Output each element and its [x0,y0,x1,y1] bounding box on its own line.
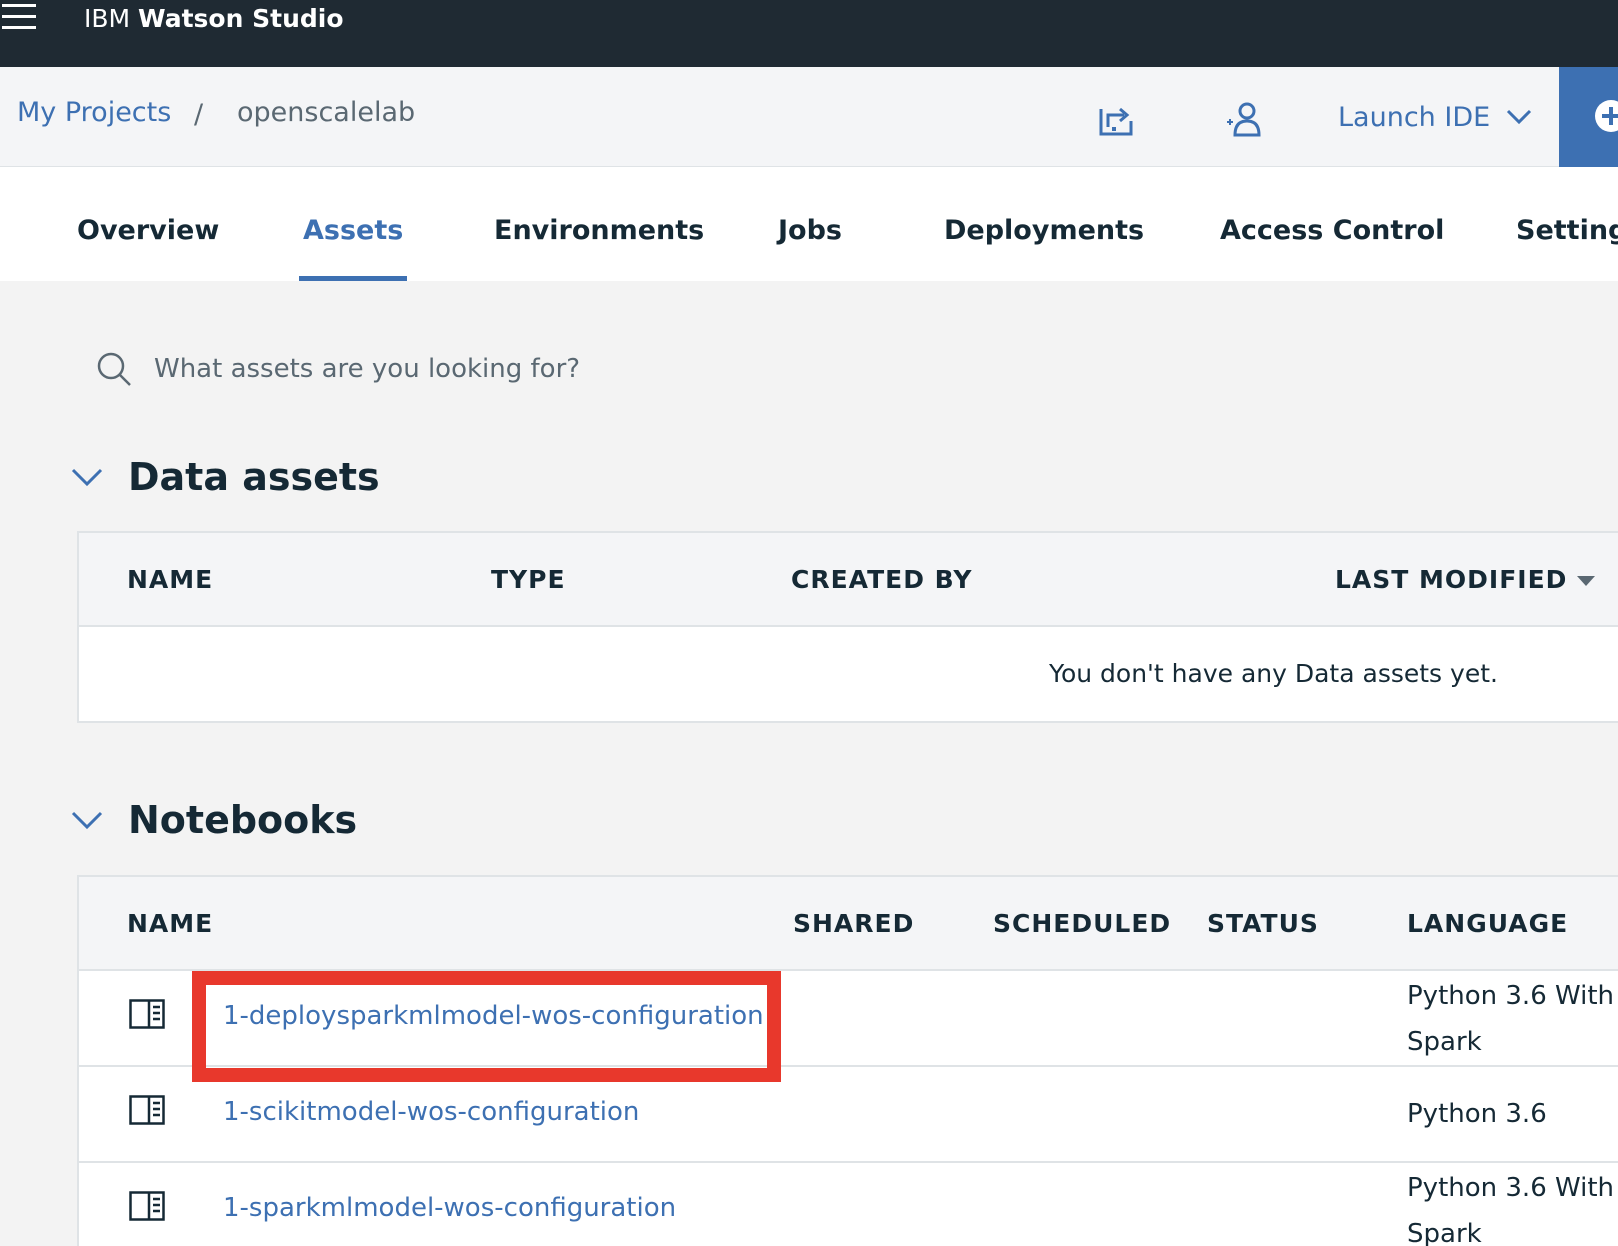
brand-name: Watson Studio [138,4,344,33]
app-brand[interactable]: IBM Watson Studio [84,2,344,36]
add-collaborator-icon[interactable] [1225,101,1261,137]
table-header: NAME SHARED SCHEDULED STATUS LANGUAGE [79,877,1618,971]
breadcrumb-project-name: openscalelab [237,97,416,128]
column-header-shared[interactable]: SHARED [793,909,914,938]
top-bar: IBM Watson Studio [0,0,1618,67]
column-header-last-modified[interactable]: LAST MODIFIED [1335,565,1596,594]
brand-prefix: IBM [84,4,131,33]
tab-overview[interactable]: Overview [77,167,219,281]
column-header-type[interactable]: TYPE [491,565,566,594]
table-row: 1-deploysparkmlmodel-wos-configuration P… [79,971,1618,1067]
chevron-down-icon [1507,109,1532,125]
plus-circle-icon [1595,100,1618,132]
notebook-icon [129,999,165,1029]
notebook-icon [129,1191,165,1221]
project-header: My Projects / openscalelab Launch IDE [0,67,1618,167]
notebooks-header: Notebooks [70,798,357,842]
column-header-language[interactable]: LANGUAGE [1407,909,1568,938]
search-icon [97,352,131,386]
asset-search [96,345,796,393]
column-header-name[interactable]: NAME [127,565,213,594]
notebooks-title: Notebooks [128,798,358,842]
notebook-language: Python 3.6 With Spark [1407,981,1615,1057]
notebook-link[interactable]: 1-scikitmodel-wos-configuration [223,1097,639,1127]
notebook-link[interactable]: 1-sparkmlmodel-wos-configuration [223,1193,676,1223]
collapse-chevron-icon[interactable] [70,803,104,837]
launch-ide-button[interactable]: Launch IDE [1338,97,1532,137]
tab-deployments[interactable]: Deployments [944,167,1144,281]
column-header-name[interactable]: NAME [127,909,213,938]
breadcrumb-my-projects[interactable]: My Projects [17,97,171,128]
table-row: 1-scikitmodel-wos-configuration Python 3… [79,1067,1618,1163]
empty-state-row: You don't have any Data assets yet. [79,627,1618,721]
tab-access-control[interactable]: Access Control [1220,167,1444,281]
breadcrumb-separator: / [194,99,204,130]
data-assets-table: NAME TYPE CREATED BY LAST MODIFIED You d… [77,531,1618,723]
launch-ide-label: Launch IDE [1338,101,1491,133]
collapse-chevron-icon[interactable] [70,460,104,494]
notebook-language: Python 3.6 [1407,1099,1547,1129]
share-project-icon[interactable] [1098,101,1134,137]
tab-settings[interactable]: Settings [1516,167,1618,281]
sort-descending-icon [1577,576,1596,586]
column-header-status[interactable]: STATUS [1207,909,1319,938]
add-to-project-button[interactable] [1559,67,1618,167]
hamburger-menu-icon[interactable] [2,2,38,32]
notebook-language: Python 3.6 With Spark [1407,1173,1615,1246]
table-header: NAME TYPE CREATED BY LAST MODIFIED [79,533,1618,627]
column-header-created-by[interactable]: CREATED BY [791,565,972,594]
tab-jobs[interactable]: Jobs [778,167,842,281]
column-header-scheduled[interactable]: SCHEDULED [993,909,1171,938]
project-tabs: Overview Assets Environments Jobs Deploy… [0,167,1618,281]
data-assets-title: Data assets [128,455,380,499]
search-input[interactable] [154,354,774,384]
notebook-icon [129,1095,165,1125]
data-assets-header: Data assets [70,455,380,499]
notebook-link[interactable]: 1-deploysparkmlmodel-wos-configuration [223,1001,764,1031]
empty-state-message: You don't have any Data assets yet. [1049,659,1498,688]
last-modified-label: LAST MODIFIED [1335,565,1568,594]
tab-environments[interactable]: Environments [494,167,704,281]
table-row: 1-sparkmlmodel-wos-configuration Python … [79,1163,1618,1246]
notebooks-table: NAME SHARED SCHEDULED STATUS LANGUAGE 1-… [77,875,1618,1246]
tab-assets[interactable]: Assets [298,167,408,281]
